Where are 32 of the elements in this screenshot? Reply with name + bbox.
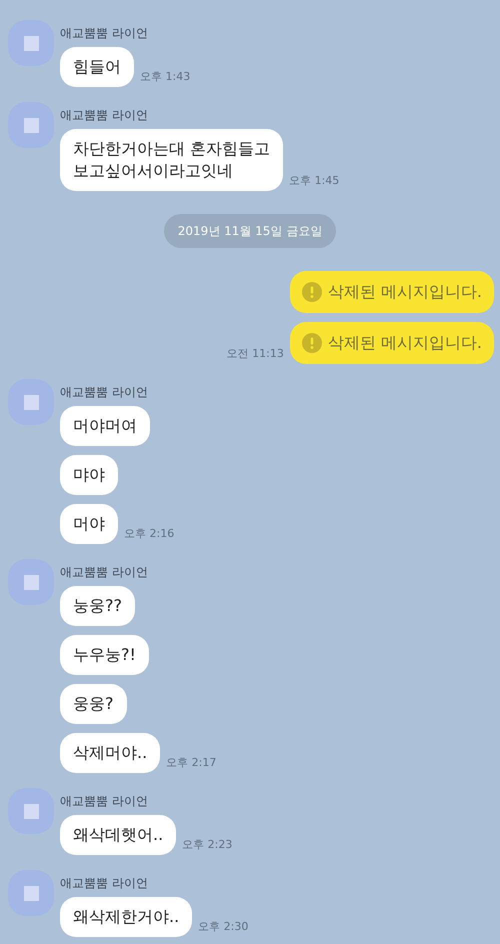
message-time: 오후 2:16 [124,526,174,542]
avatar-icon[interactable] [8,870,54,916]
message-bubble: 머야머여 [60,406,150,446]
message-time: 오전 11:13 [226,346,284,362]
sender-name: 애교뿜뿜 라이언 [60,25,149,42]
message-bubble: 왜삭데햇어.. [60,815,176,855]
sender-name: 애교뿜뿜 라이언 [60,875,149,892]
message-bubble: 삭제된 메시지입니다. [290,271,494,313]
sender-name: 애교뿜뿜 라이언 [60,384,149,401]
message-bubble: 눙웅?? [60,586,135,626]
message-time: 오후 2:17 [166,754,216,770]
message-time: 오후 2:23 [182,836,232,852]
avatar-icon[interactable] [8,788,54,834]
message-bubble: 삭제된 메시지입니다. [290,322,494,364]
message-bubble: 차단한거아는대 혼자힘들고 보고싶어서이라고잇네 [60,129,284,191]
avatar-icon[interactable] [8,379,54,425]
message-bubble: 먀야 [60,455,118,495]
message-bubble: 삭제머야.. [60,733,160,773]
message-bubble: 왜삭제한거야.. [60,897,192,937]
message-time: 오후 1:45 [289,172,340,188]
avatar-icon[interactable] [8,102,54,148]
message-time: 오후 1:43 [140,68,190,84]
message-bubble: 누우눙?! [60,635,149,675]
sender-name: 애교뿜뿜 라이언 [60,107,149,124]
message-bubble: 웅웅? [60,684,126,724]
avatar-icon[interactable] [8,20,54,66]
avatar-icon[interactable] [8,559,54,605]
sender-name: 애교뿜뿜 라이언 [60,564,149,581]
message-bubble: 머야 [60,504,118,544]
message-time: 오후 2:30 [198,918,248,934]
message-bubble: 힘들어 [60,47,134,87]
sender-name: 애교뿜뿜 라이언 [60,793,149,810]
